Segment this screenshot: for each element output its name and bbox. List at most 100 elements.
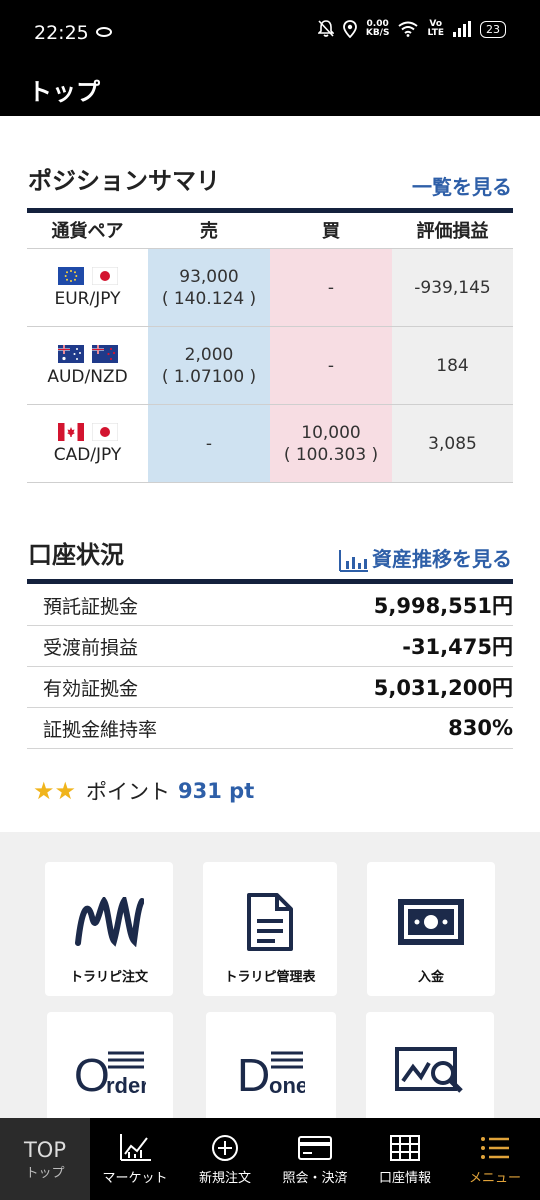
menu-tiles: トラリピ注文 トラリピ管理表 入金 Order Done <box>0 832 540 1118</box>
order-icon: Order <box>74 1049 146 1097</box>
signal-icon <box>453 21 471 37</box>
list-item: 証拠金維持率 830% <box>27 708 513 749</box>
buy-cell: - <box>270 249 392 326</box>
points-display[interactable]: ★★ ポイント 931 pt <box>33 776 254 806</box>
plus-circle-icon <box>212 1134 238 1161</box>
chart-search-icon <box>395 1047 463 1093</box>
deposit-tile[interactable]: 入金 <box>367 862 495 996</box>
grid-icon <box>390 1134 420 1161</box>
account-label: 有効証拠金 <box>43 677 139 700</box>
top-icon: TOP <box>23 1137 67 1162</box>
pair-cell: EUR/JPY <box>27 249 148 326</box>
document-icon <box>247 893 293 951</box>
done-tile[interactable]: Done <box>206 1012 336 1118</box>
deposit-icon <box>398 899 464 945</box>
account-label: 預託証拠金 <box>43 595 139 618</box>
battery-icon: 23 <box>480 20 506 38</box>
status-bar: 22:25 0.00 KB/S Vo LTE 23 <box>0 0 540 64</box>
eye-icon <box>96 27 112 37</box>
sell-rate: ( 1.07100 ) <box>161 366 257 387</box>
japan-flag-icon <box>91 266 118 285</box>
position-table: 通貨ペア 売 買 評価損益 EUR/JPY 93,000 ( 140.124 )… <box>27 215 513 483</box>
star-icon: ★★ <box>33 777 77 805</box>
tile-label: トラリピ管理表 <box>224 970 316 985</box>
volte-indicator: Vo LTE <box>427 20 444 38</box>
location-icon <box>342 20 357 38</box>
pair-cell: CAD/JPY <box>27 405 148 482</box>
mute-bell-icon <box>317 20 334 37</box>
wifi-icon <box>398 21 419 37</box>
pair-name: CAD/JPY <box>53 444 122 465</box>
status-time: 22:25 <box>34 22 89 44</box>
account-label: 受渡前損益 <box>43 636 139 659</box>
section-divider <box>27 579 513 584</box>
header-buy: 買 <box>322 221 340 242</box>
australia-flag-icon <box>57 344 84 363</box>
pair-name: EUR/JPY <box>54 288 121 309</box>
order-rest-glyph: rder <box>106 1073 146 1097</box>
order-tile[interactable]: Order <box>47 1012 173 1118</box>
nav-inquiry-settlement[interactable]: 照会・決済 <box>270 1118 360 1200</box>
trap-repeat-order-tile[interactable]: トラリピ注文 <box>45 862 173 996</box>
bottom-navigation: TOP トップ マーケット 新規注文 照会・決済 口座情報 メニュー <box>0 1118 540 1200</box>
line-chart-icon <box>120 1133 151 1161</box>
nav-top[interactable]: TOP トップ <box>0 1118 90 1200</box>
nav-label: 口座情報 <box>378 1170 431 1186</box>
trap-repeat-sheet-tile[interactable]: トラリピ管理表 <box>203 862 337 996</box>
nav-market[interactable]: マーケット <box>90 1118 180 1200</box>
chart-search-tile[interactable] <box>366 1012 494 1118</box>
table-row[interactable]: AUD/NZD 2,000 ( 1.07100 ) - 184 <box>27 327 513 405</box>
buy-rate: ( 100.303 ) <box>283 444 379 465</box>
pair-cell: AUD/NZD <box>27 327 148 404</box>
main-content: ポジションサマリ 一覧を見る 通貨ペア 売 買 評価損益 EUR/JPY 93,… <box>0 116 540 832</box>
status-icons: 0.00 KB/S Vo LTE 23 <box>317 20 506 38</box>
account-value: 5,031,200円 <box>373 676 513 700</box>
japan-flag-icon <box>91 422 118 441</box>
pl-cell: 184 <box>392 327 513 404</box>
table-row[interactable]: EUR/JPY 93,000 ( 140.124 ) - -939,145 <box>27 249 513 327</box>
sell-quantity: 2,000 <box>184 344 234 365</box>
network-speed: 0.00 KB/S <box>366 20 390 38</box>
sell-cell: - <box>148 405 270 482</box>
account-value: -31,475円 <box>402 635 513 659</box>
canada-flag-icon <box>57 422 84 441</box>
eu-flag-icon <box>57 266 84 285</box>
card-icon <box>298 1135 332 1160</box>
tile-label: 入金 <box>417 970 444 985</box>
nav-label: 新規注文 <box>198 1170 251 1186</box>
nav-new-order[interactable]: 新規注文 <box>180 1118 270 1200</box>
buy-quantity: 10,000 <box>301 422 361 443</box>
bar-chart-icon <box>339 549 368 572</box>
sell-cell: 2,000 ( 1.07100 ) <box>148 327 270 404</box>
position-summary-title: ポジションサマリ <box>28 167 220 195</box>
pl-value: -939,145 <box>414 277 491 298</box>
speed-unit: KB/S <box>365 28 390 38</box>
points-label: ポイント <box>86 780 171 804</box>
asset-history-link[interactable]: 資産推移を見る <box>338 543 512 572</box>
header-pair: 通貨ペア <box>51 221 124 242</box>
sell-quantity: 93,000 <box>179 266 239 287</box>
nav-label: メニュー <box>468 1170 521 1186</box>
section-divider <box>27 208 513 213</box>
view-all-link[interactable]: 一覧を見る <box>412 171 512 200</box>
asset-history-label: 資産推移を見る <box>372 547 512 571</box>
new-zealand-flag-icon <box>91 344 118 363</box>
points-value: 931 pt <box>178 779 255 803</box>
pl-cell: -939,145 <box>392 249 513 326</box>
nav-menu[interactable]: メニュー <box>450 1118 540 1200</box>
sell-cell: 93,000 ( 140.124 ) <box>148 249 270 326</box>
list-item: 受渡前損益 -31,475円 <box>27 626 513 667</box>
nav-label: マーケット <box>102 1170 168 1186</box>
table-header: 通貨ペア 売 買 評価損益 <box>27 215 513 249</box>
nav-account-info[interactable]: 口座情報 <box>360 1118 450 1200</box>
pl-value: 184 <box>436 355 469 376</box>
header-sell: 売 <box>200 221 218 242</box>
table-row[interactable]: CAD/JPY - 10,000 ( 100.303 ) 3,085 <box>27 405 513 483</box>
done-d-glyph: D <box>237 1049 270 1097</box>
nav-label: 照会・決済 <box>282 1170 348 1186</box>
nav-label: トップ <box>25 1165 65 1181</box>
trap-repeat-icon <box>75 897 144 947</box>
buy-value: - <box>327 355 335 376</box>
header-pl: 評価損益 <box>416 221 489 242</box>
buy-value: - <box>327 277 335 298</box>
